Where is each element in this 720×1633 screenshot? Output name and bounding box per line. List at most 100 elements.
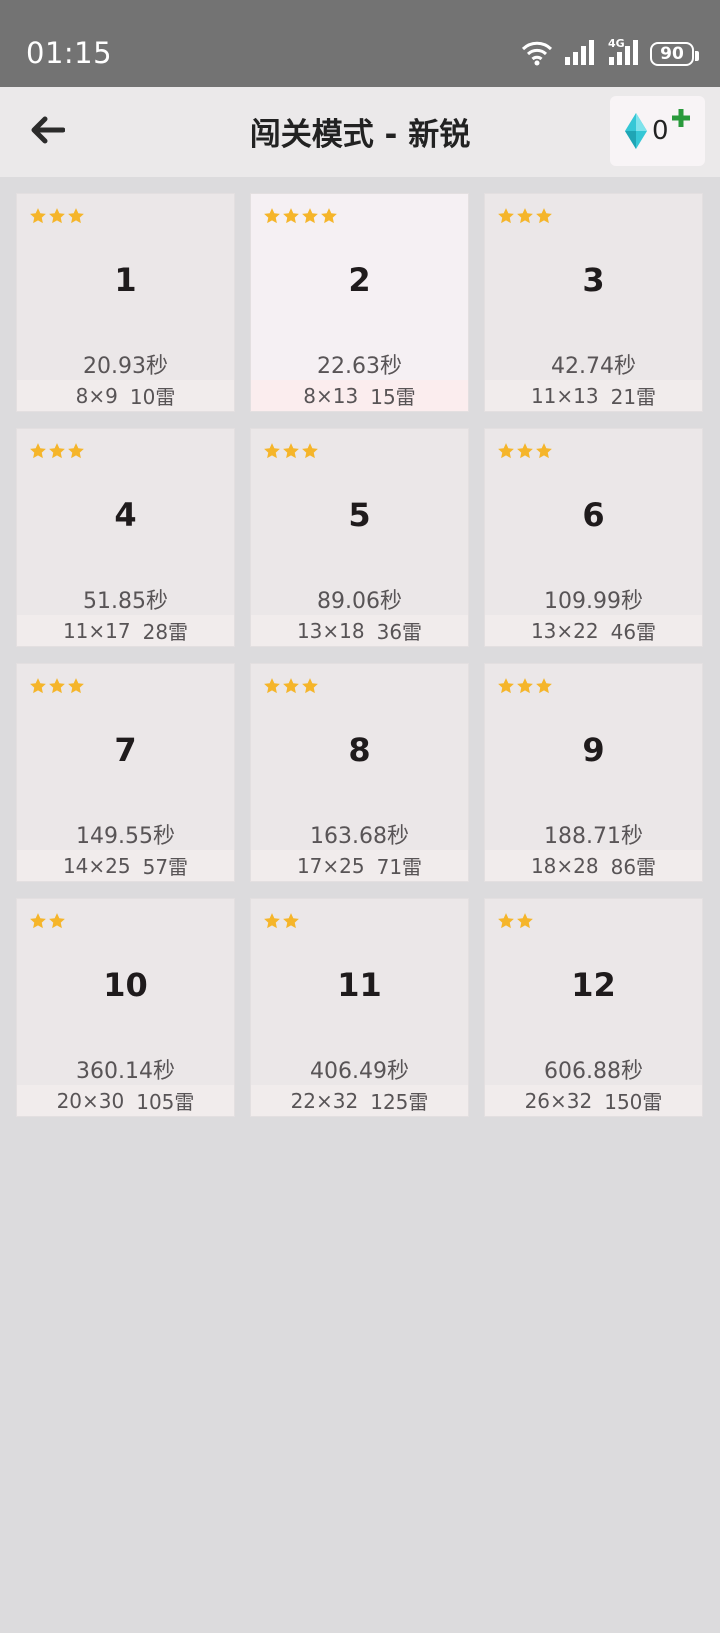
level-card[interactable]: 4 51.85秒 11×17 28雷 [16,428,235,647]
best-time: 360.14秒 [76,1059,175,1084]
board-size: 26×32 [524,1088,593,1113]
best-time: 109.99秒 [544,589,643,614]
board-size: 11×17 [62,618,131,643]
star-rating [29,677,85,695]
level-number: 10 [103,966,148,1004]
star-icon [48,442,66,460]
star-icon [301,442,319,460]
battery-level: 90 [660,44,684,64]
board-info: 14×25 57雷 [17,850,234,881]
best-time: 163.68秒 [310,824,409,849]
board-size: 8×13 [303,383,359,408]
board-size: 11×13 [530,383,599,408]
board-info: 18×28 86雷 [485,850,702,881]
star-icon [48,912,66,930]
star-rating [497,912,534,930]
level-card[interactable]: 6 109.99秒 13×22 46雷 [484,428,703,647]
best-time: 51.85秒 [83,589,168,614]
star-icon [48,677,66,695]
best-time: 149.55秒 [76,824,175,849]
star-icon [29,442,47,460]
star-icon [535,677,553,695]
level-number: 7 [114,731,137,769]
header-bar: 闯关模式 - 新锐 0 [0,87,720,177]
level-card[interactable]: 12 606.88秒 26×32 150雷 [484,898,703,1117]
diamond-icon [624,112,648,154]
board-info: 13×18 36雷 [251,615,468,646]
best-time: 22.63秒 [317,354,402,379]
best-time: 42.74秒 [551,354,636,379]
plus-icon[interactable] [672,109,690,131]
level-card[interactable]: 2 22.63秒 8×13 15雷 [250,193,469,412]
star-icon [263,207,281,225]
star-rating [263,912,300,930]
level-number: 1 [114,261,137,299]
star-icon [320,207,338,225]
star-icon [516,677,534,695]
board-info: 22×32 125雷 [251,1085,468,1116]
board-size: 18×28 [530,853,599,878]
star-rating [497,677,553,695]
mine-count: 46雷 [610,620,657,644]
mine-count: 86雷 [610,855,657,879]
level-card[interactable]: 9 188.71秒 18×28 86雷 [484,663,703,882]
level-card[interactable]: 7 149.55秒 14×25 57雷 [16,663,235,882]
star-icon [301,677,319,695]
star-icon [29,912,47,930]
star-rating [497,442,553,460]
star-icon [535,207,553,225]
star-icon [516,912,534,930]
level-card[interactable]: 10 360.14秒 20×30 105雷 [16,898,235,1117]
level-card[interactable]: 11 406.49秒 22×32 125雷 [250,898,469,1117]
level-number: 12 [571,966,616,1004]
wifi-icon [520,38,554,70]
network-type-label: 4G [608,37,625,50]
star-icon [29,207,47,225]
star-icon [263,442,281,460]
level-card[interactable]: 3 42.74秒 11×13 21雷 [484,193,703,412]
star-icon [282,207,300,225]
mine-count: 28雷 [142,620,189,644]
mine-count: 36雷 [376,620,423,644]
star-icon [282,677,300,695]
level-card[interactable]: 5 89.06秒 13×18 36雷 [250,428,469,647]
level-card[interactable]: 8 163.68秒 17×25 71雷 [250,663,469,882]
level-number: 2 [348,261,371,299]
level-grid: 1 20.93秒 8×9 10雷 2 22.63秒 8×13 15雷 3 42.74秒 11×13 2… [16,193,704,1117]
star-rating [29,912,66,930]
mine-count: 150雷 [604,1090,663,1114]
signal-4g-icon: 4G [606,37,640,69]
star-rating [263,442,319,460]
board-info: 20×30 105雷 [17,1085,234,1116]
star-icon [535,442,553,460]
battery-icon: 90 [650,42,699,66]
best-time: 606.88秒 [544,1059,643,1084]
level-number: 3 [582,261,605,299]
signal-icon [564,39,596,69]
gem-count: 0 [652,116,669,146]
level-number: 11 [337,966,382,1004]
board-size: 13×22 [530,618,599,643]
board-info: 8×13 15雷 [251,380,468,411]
board-size: 22×32 [290,1088,359,1113]
board-size: 20×30 [56,1088,125,1113]
star-rating [29,442,85,460]
level-number: 9 [582,731,605,769]
star-icon [67,677,85,695]
star-icon [516,442,534,460]
level-card[interactable]: 1 20.93秒 8×9 10雷 [16,193,235,412]
level-number: 6 [582,496,605,534]
star-icon [67,207,85,225]
level-number: 4 [114,496,137,534]
star-rating [263,207,338,225]
board-info: 11×17 28雷 [17,615,234,646]
gem-balance-button[interactable]: 0 [610,96,705,166]
board-info: 13×22 46雷 [485,615,702,646]
mine-count: 57雷 [142,855,189,879]
star-icon [497,677,515,695]
star-icon [67,442,85,460]
level-number: 8 [348,731,371,769]
star-icon [497,207,515,225]
best-time: 188.71秒 [544,824,643,849]
star-icon [263,677,281,695]
